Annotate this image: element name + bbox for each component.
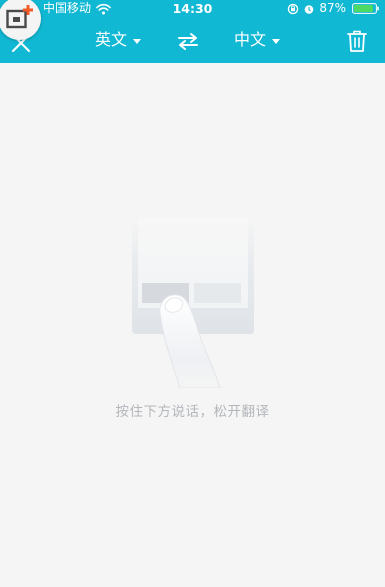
battery-percent: 87%: [319, 1, 346, 15]
chevron-down-icon: [272, 38, 281, 44]
battery-icon: [352, 3, 379, 14]
alarm-icon: [305, 4, 314, 14]
chevron-down-icon: [133, 38, 142, 44]
app-header: 中国移动 14:30 87% 英文 中文: [0, 0, 385, 63]
swap-arrows-icon[interactable]: [176, 31, 200, 51]
orientation-lock-icon: [288, 3, 299, 14]
source-language-select[interactable]: 英文: [95, 29, 142, 51]
floating-window-icon: [6, 5, 33, 29]
trash-icon[interactable]: [346, 29, 368, 53]
status-bar: 中国移动 14:30 87%: [0, 0, 385, 17]
source-language-label: 英文: [95, 30, 128, 49]
empty-state-hint: 按住下方说话，松开翻译: [115, 404, 270, 420]
toolbar: 英文 中文: [0, 17, 385, 63]
target-language-select[interactable]: 中文: [234, 29, 281, 51]
status-right: 87%: [287, 0, 379, 17]
target-language-label: 中文: [234, 30, 267, 49]
press-to-speak-illustration: [132, 218, 254, 388]
